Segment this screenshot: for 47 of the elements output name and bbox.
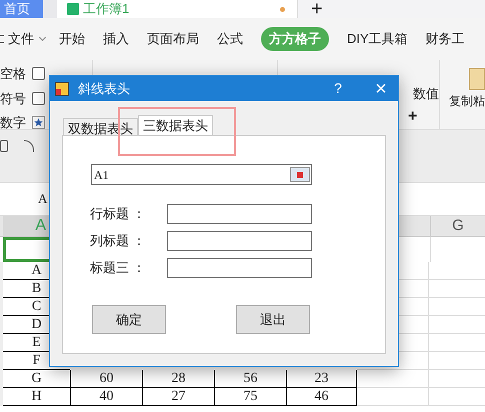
field-label: 列标题 ： xyxy=(90,232,147,250)
window-title: 斜线表头 xyxy=(78,80,130,98)
option-label: 空格 xyxy=(0,65,26,83)
table-cell: 40 xyxy=(70,388,142,406)
paste-button[interactable]: 复制粘 xyxy=(449,92,485,110)
input-field[interactable] xyxy=(167,258,312,278)
table-cell: 28 xyxy=(142,370,214,388)
table-cell: 56 xyxy=(214,370,286,388)
ribbon-tab[interactable]: 插入 xyxy=(103,29,129,49)
table-cell: 46 xyxy=(286,388,357,406)
table-cell: G xyxy=(3,370,70,388)
dialog-button[interactable]: 确定 xyxy=(92,305,166,334)
ribbon-tab[interactable]: DIY工具箱 xyxy=(347,29,408,49)
add-button[interactable]: + xyxy=(408,105,418,129)
column-header[interactable]: G xyxy=(430,216,485,236)
file-menu[interactable]: 文件 xyxy=(8,29,34,49)
ribbon-tab[interactable]: 财务工 xyxy=(426,29,465,49)
option-label: 符号 xyxy=(0,90,26,108)
table-cell: H xyxy=(3,388,70,406)
field-label: 标题三 ： xyxy=(90,259,147,278)
name-box[interactable]: A xyxy=(38,189,48,209)
value-button[interactable]: 数值 xyxy=(413,84,439,103)
checkbox[interactable] xyxy=(32,92,45,105)
ribbon-tab[interactable]: 公式 xyxy=(217,29,243,49)
dialog-tab[interactable]: 三数据表头 xyxy=(138,115,213,135)
ribbon-tab[interactable]: 页面布局 xyxy=(147,29,199,49)
app-icon xyxy=(55,82,69,96)
field-label: 行标题 ： xyxy=(90,205,147,224)
clipboard-icon xyxy=(469,68,485,90)
help-button[interactable]: ? xyxy=(328,78,348,99)
tab-label: 工作簿1 xyxy=(83,0,130,18)
checkbox[interactable] xyxy=(32,67,45,80)
dialog-button[interactable]: 退出 xyxy=(236,305,310,334)
new-tab-button[interactable]: + xyxy=(297,0,485,18)
table-cell: 23 xyxy=(286,370,357,388)
star-icon[interactable] xyxy=(32,116,45,130)
undo-icon[interactable] xyxy=(24,140,34,152)
spreadsheet-icon xyxy=(67,3,79,15)
table-cell: 60 xyxy=(70,370,142,388)
input-field[interactable] xyxy=(167,231,312,251)
save-icon[interactable] xyxy=(0,140,8,152)
close-button[interactable]: × xyxy=(364,78,398,98)
table-cell: 27 xyxy=(142,388,214,406)
option-label: 数字 xyxy=(0,114,26,132)
input-field[interactable] xyxy=(167,204,312,224)
ribbon-tab[interactable]: 开始 xyxy=(59,29,85,49)
table-cell: 75 xyxy=(214,388,286,406)
